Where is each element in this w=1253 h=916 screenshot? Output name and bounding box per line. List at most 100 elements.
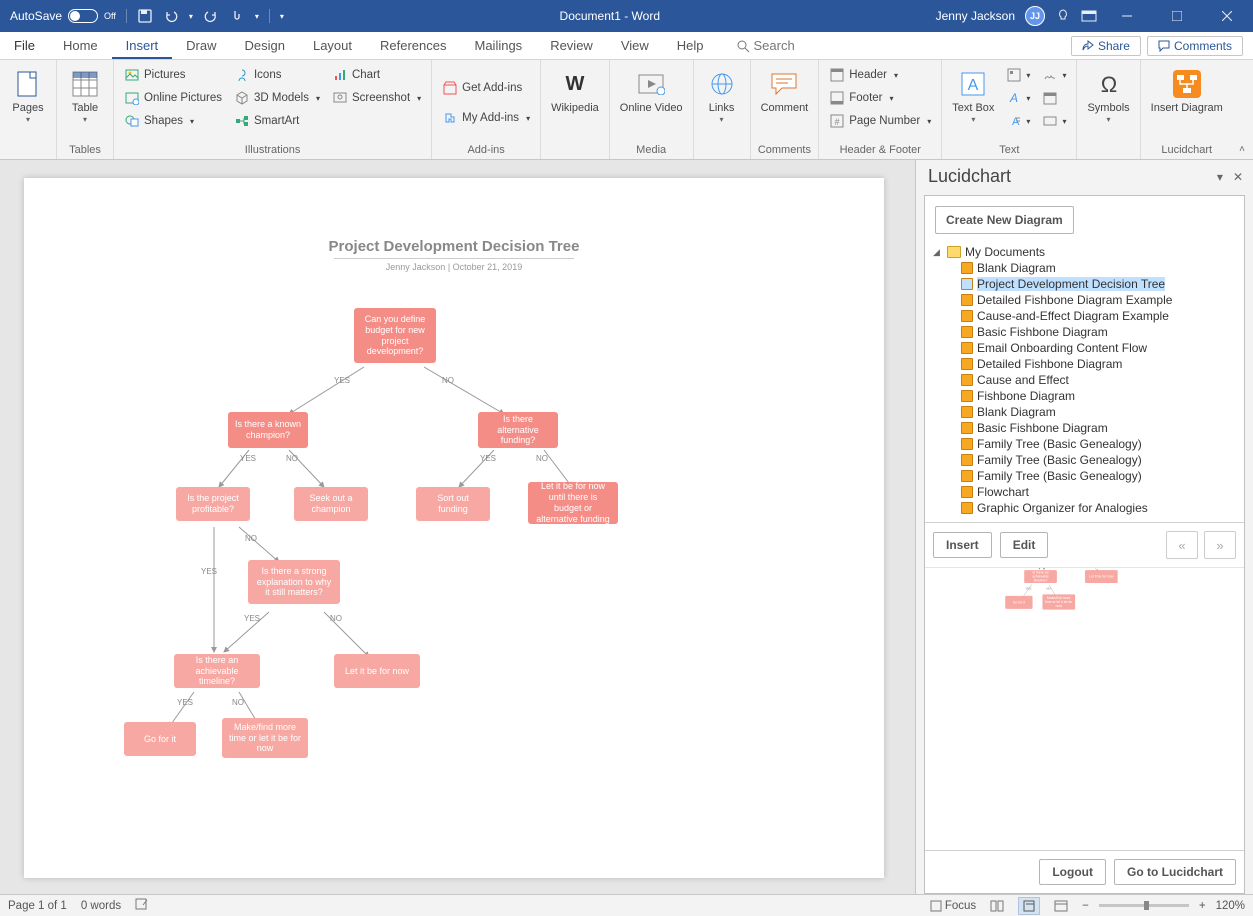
page-number-button[interactable]: #Page Number▾ bbox=[825, 110, 935, 132]
tab-view[interactable]: View bbox=[607, 32, 663, 59]
document-icon bbox=[961, 470, 973, 482]
logout-button[interactable]: Logout bbox=[1039, 859, 1106, 885]
chart-button[interactable]: Chart bbox=[328, 64, 425, 86]
close-button[interactable] bbox=[1207, 2, 1247, 30]
header-button[interactable]: Header▾ bbox=[825, 64, 935, 86]
links-button[interactable]: Links ▾ bbox=[700, 64, 744, 142]
tree-item[interactable]: Email Onboarding Content Flow bbox=[933, 340, 1240, 356]
models-button[interactable]: 3D Models▾ bbox=[230, 87, 324, 109]
insert-button[interactable]: Insert bbox=[933, 532, 992, 558]
ribbon-mode-icon[interactable] bbox=[1081, 8, 1097, 24]
tree-item[interactable]: Cause and Effect bbox=[933, 372, 1240, 388]
textbox-button[interactable]: A Text Box ▾ bbox=[948, 64, 998, 142]
tree-root[interactable]: ◢ My Documents bbox=[933, 244, 1240, 260]
edit-button[interactable]: Edit bbox=[1000, 532, 1049, 558]
maximize-button[interactable] bbox=[1157, 2, 1197, 30]
tree-item[interactable]: Cause-and-Effect Diagram Example bbox=[933, 308, 1240, 324]
web-layout-button[interactable] bbox=[1050, 897, 1072, 915]
page-indicator[interactable]: Page 1 of 1 bbox=[8, 900, 67, 912]
pane-options[interactable]: ▾ bbox=[1217, 170, 1223, 184]
user-avatar[interactable]: JJ bbox=[1025, 6, 1045, 26]
online-pictures-button[interactable]: Online Pictures bbox=[120, 87, 226, 109]
icons-button[interactable]: Icons bbox=[230, 64, 324, 86]
zoom-level[interactable]: 120% bbox=[1216, 900, 1245, 912]
tab-insert[interactable]: Insert bbox=[112, 32, 173, 59]
tab-mailings[interactable]: Mailings bbox=[461, 32, 537, 59]
pane-close[interactable]: ✕ bbox=[1233, 170, 1243, 184]
tab-review[interactable]: Review bbox=[536, 32, 607, 59]
document-tree[interactable]: ◢ My Documents Blank DiagramProject Deve… bbox=[925, 244, 1244, 522]
print-layout-button[interactable] bbox=[1018, 897, 1040, 915]
zoom-out-button[interactable]: − bbox=[1082, 900, 1089, 912]
tab-draw[interactable]: Draw bbox=[172, 32, 230, 59]
touch-mode-dropdown[interactable]: ▾ bbox=[255, 12, 259, 21]
user-name[interactable]: Jenny Jackson bbox=[936, 9, 1015, 23]
tree-item[interactable]: Blank Diagram bbox=[933, 404, 1240, 420]
signature-button[interactable]: ▾ bbox=[1038, 64, 1070, 86]
table-button[interactable]: Table ▾ bbox=[63, 64, 107, 142]
tab-design[interactable]: Design bbox=[231, 32, 299, 59]
zoom-in-button[interactable]: + bbox=[1199, 900, 1206, 912]
pictures-button[interactable]: Pictures bbox=[120, 64, 226, 86]
screenshot-icon bbox=[332, 90, 348, 106]
proofing-icon[interactable] bbox=[135, 897, 149, 914]
undo-icon[interactable] bbox=[163, 8, 179, 24]
dropcap-button[interactable]: A▾ bbox=[1002, 110, 1034, 132]
comment-button[interactable]: Comment bbox=[757, 64, 813, 142]
tab-layout[interactable]: Layout bbox=[299, 32, 366, 59]
shapes-button[interactable]: Shapes▾ bbox=[120, 110, 226, 132]
tree-item[interactable]: Basic Fishbone Diagram bbox=[933, 420, 1240, 436]
symbols-button[interactable]: Ω Symbols ▾ bbox=[1083, 64, 1133, 142]
read-mode-button[interactable] bbox=[986, 897, 1008, 915]
tree-item[interactable]: Family Tree (Basic Genealogy) bbox=[933, 436, 1240, 452]
tree-item[interactable]: Basic Fishbone Diagram bbox=[933, 324, 1240, 340]
tree-item[interactable]: Detailed Fishbone Diagram Example bbox=[933, 292, 1240, 308]
redo-icon[interactable] bbox=[203, 8, 219, 24]
share-button[interactable]: Share bbox=[1071, 36, 1141, 56]
save-icon[interactable] bbox=[137, 8, 153, 24]
next-page-button[interactable]: » bbox=[1204, 531, 1236, 559]
word-count[interactable]: 0 words bbox=[81, 900, 121, 912]
tree-item[interactable]: Flowchart bbox=[933, 484, 1240, 500]
tab-references[interactable]: References bbox=[366, 32, 460, 59]
get-addins-button[interactable]: Get Add-ins bbox=[438, 77, 534, 99]
tree-item[interactable]: Detailed Fishbone Diagram bbox=[933, 356, 1240, 372]
goto-lucidchart-button[interactable]: Go to Lucidchart bbox=[1114, 859, 1236, 885]
tree-item[interactable]: Family Tree (Basic Genealogy) bbox=[933, 452, 1240, 468]
collapse-ribbon[interactable]: ˄ bbox=[1239, 144, 1245, 155]
addin-icon bbox=[442, 110, 458, 126]
wordart-button[interactable]: A▾ bbox=[1002, 87, 1034, 109]
tree-item[interactable]: Fishbone Diagram bbox=[933, 388, 1240, 404]
datetime-button[interactable] bbox=[1038, 87, 1070, 109]
create-diagram-button[interactable]: Create New Diagram bbox=[935, 206, 1074, 234]
insert-diagram-button[interactable]: Insert Diagram bbox=[1147, 64, 1227, 142]
tree-item[interactable]: Graphic Organizer for Analogies bbox=[933, 500, 1240, 516]
autosave-toggle[interactable]: AutoSave Off bbox=[10, 9, 116, 23]
wikipedia-button[interactable]: W Wikipedia bbox=[547, 64, 603, 142]
expand-icon[interactable]: ◢ bbox=[933, 247, 943, 258]
tab-help[interactable]: Help bbox=[663, 32, 718, 59]
tab-file[interactable]: File bbox=[0, 32, 49, 59]
tell-me-search[interactable]: Search bbox=[718, 32, 795, 59]
comments-pane-button[interactable]: Comments bbox=[1147, 36, 1243, 56]
screenshot-button[interactable]: Screenshot▾ bbox=[328, 87, 425, 109]
smartart-button[interactable]: SmartArt bbox=[230, 110, 324, 132]
tree-item[interactable]: Family Tree (Basic Genealogy) bbox=[933, 468, 1240, 484]
my-addins-button[interactable]: My Add-ins▾ bbox=[438, 107, 534, 129]
quickparts-button[interactable]: ▾ bbox=[1002, 64, 1034, 86]
footer-button[interactable]: Footer▾ bbox=[825, 87, 935, 109]
focus-button[interactable]: Focus bbox=[930, 900, 976, 912]
lightbulb-icon[interactable] bbox=[1055, 8, 1071, 24]
document-area[interactable]: Project Development Decision Tree Jenny … bbox=[0, 160, 915, 894]
tree-item[interactable]: Blank Diagram bbox=[933, 260, 1240, 276]
zoom-slider[interactable] bbox=[1099, 904, 1189, 907]
touch-mode-icon[interactable] bbox=[229, 8, 245, 24]
undo-dropdown[interactable]: ▾ bbox=[189, 12, 193, 21]
object-button[interactable]: ▾ bbox=[1038, 110, 1070, 132]
prev-page-button[interactable]: « bbox=[1166, 531, 1198, 559]
minimize-button[interactable] bbox=[1107, 2, 1147, 30]
pages-button[interactable]: Pages ▾ bbox=[6, 64, 50, 142]
online-video-button[interactable]: Online Video bbox=[616, 64, 687, 142]
tab-home[interactable]: Home bbox=[49, 32, 112, 59]
tree-item[interactable]: Project Development Decision Tree bbox=[933, 276, 1240, 292]
